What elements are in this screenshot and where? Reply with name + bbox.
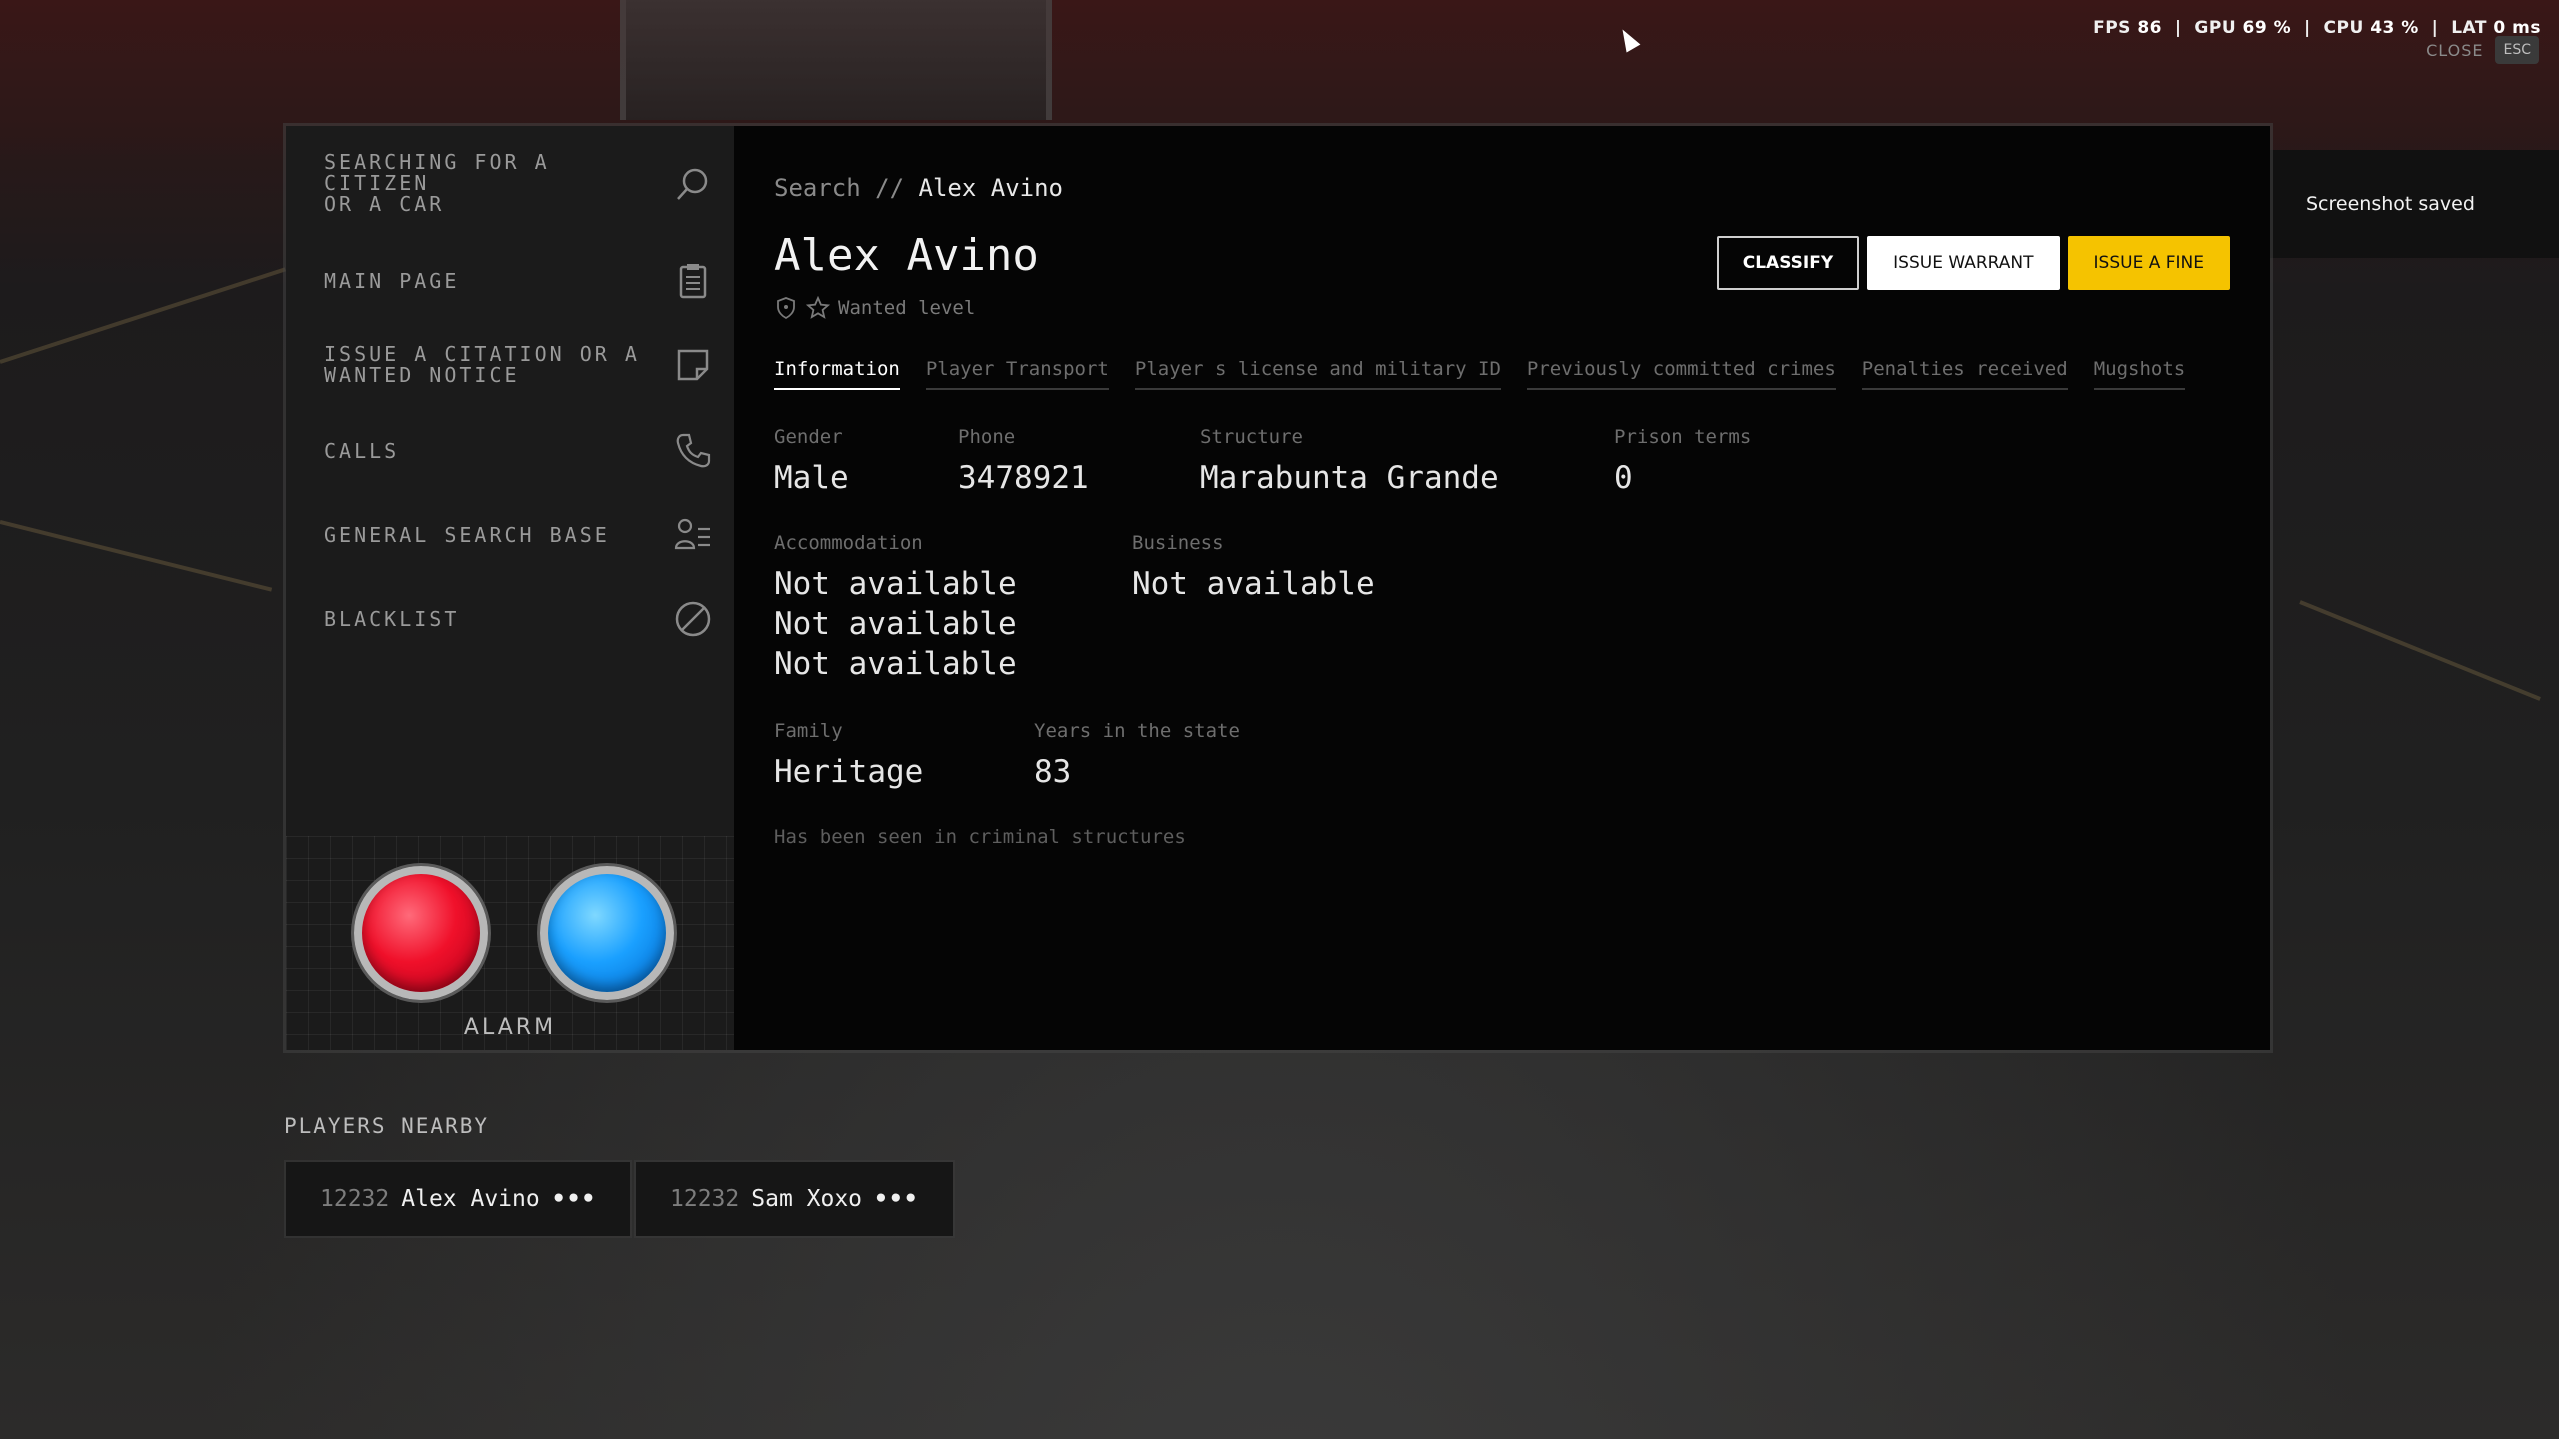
player-id: 12232 bbox=[320, 1186, 390, 1212]
phone-label: Phone bbox=[958, 426, 1016, 448]
tab-committed-crimes[interactable]: Previously committed crimes bbox=[1526, 358, 1836, 390]
issue-warrant-button[interactable]: ISSUE WARRANT bbox=[1867, 236, 2060, 290]
star-icon bbox=[806, 296, 830, 319]
player-card[interactable]: 12232 Sam Xoxo ••• bbox=[636, 1162, 953, 1236]
performance-overlay: FPS 86 | GPU 69 % | CPU 43 % | LAT 0 ms bbox=[2093, 18, 2541, 38]
toast-message: Screenshot saved bbox=[2306, 193, 2475, 215]
alarm-label: ALARM bbox=[463, 1015, 557, 1040]
sidebar-item-label: BLACKLIST bbox=[324, 606, 460, 631]
user-list-icon bbox=[672, 514, 714, 556]
gpu-value: 69 % bbox=[2242, 18, 2292, 38]
players-nearby-title: PLAYERS NEARBY bbox=[284, 1114, 490, 1138]
accommodation-value: Not available bbox=[774, 606, 1017, 642]
tab-penalties[interactable]: Penalties received bbox=[1861, 358, 2068, 390]
wanted-level-label: Wanted level bbox=[838, 297, 976, 319]
background-road-line bbox=[0, 520, 273, 592]
player-name: Alex Avino bbox=[401, 1186, 540, 1212]
business-field: Business Not available bbox=[1132, 532, 1375, 604]
search-icon bbox=[672, 163, 714, 205]
sidebar-item-label: MAIN PAGE bbox=[324, 268, 460, 293]
gender-label: Gender bbox=[774, 426, 843, 448]
citizen-name: Alex Avino bbox=[774, 230, 1039, 281]
sidebar-item-label: CALLS bbox=[324, 438, 400, 463]
structure-value: Marabunta Grande bbox=[1200, 460, 1499, 496]
cpu-value: 43 % bbox=[2370, 18, 2419, 38]
accommodation-label: Accommodation bbox=[774, 532, 923, 554]
player-card[interactable]: 12232 Alex Avino ••• bbox=[286, 1162, 631, 1236]
more-options-icon[interactable]: ••• bbox=[874, 1186, 919, 1212]
tab-information[interactable]: Information bbox=[774, 358, 900, 390]
breadcrumb: Search // Alex Avino bbox=[774, 174, 1063, 202]
cpu-label: CPU bbox=[2323, 18, 2364, 38]
gender-value: Male bbox=[774, 460, 849, 496]
family-field: Family Heritage bbox=[774, 720, 923, 792]
issue-fine-button[interactable]: ISSUE A FINE bbox=[2067, 236, 2230, 290]
tab-player-transport[interactable]: Player Transport bbox=[925, 358, 1109, 390]
sidebar-item-calls[interactable]: CALLS bbox=[324, 430, 714, 472]
gender-field: Gender Male bbox=[774, 426, 849, 498]
note-icon bbox=[672, 344, 714, 386]
prison-terms-value: 0 bbox=[1614, 460, 1633, 496]
accommodation-value: Not available bbox=[774, 566, 1017, 602]
accommodation-value: Not available bbox=[774, 646, 1017, 682]
player-id: 12232 bbox=[670, 1186, 740, 1212]
close-control[interactable]: CLOSE ESC bbox=[2426, 36, 2539, 64]
sidebar-item-label: SEARCHING FOR A CITIZEN OR A CAR bbox=[324, 150, 550, 216]
shield-icon bbox=[777, 297, 795, 320]
police-database-panel: SEARCHING FOR A CITIZEN OR A CAR MAIN PA… bbox=[286, 126, 2270, 1050]
breadcrumb-root[interactable]: Search bbox=[774, 174, 861, 202]
structure-field: Structure Marabunta Grande bbox=[1200, 426, 1499, 498]
profile-tabs: Information Player Transport Player s li… bbox=[774, 358, 2186, 390]
fps-label: FPS bbox=[2093, 18, 2131, 38]
years-in-state-label: Years in the state bbox=[1034, 720, 1240, 742]
sidebar-item-blacklist[interactable]: BLACKLIST bbox=[324, 598, 714, 640]
esc-key-badge[interactable]: ESC bbox=[2495, 36, 2539, 64]
close-label[interactable]: CLOSE bbox=[2426, 41, 2483, 60]
wanted-level: Wanted level bbox=[774, 296, 975, 320]
accommodation-field: Accommodation Not available Not availabl… bbox=[774, 532, 1017, 684]
citizen-profile: Search // Alex Avino Alex Avino Wanted l… bbox=[734, 126, 2270, 1050]
breadcrumb-separator: // bbox=[875, 174, 905, 202]
background-road-line bbox=[0, 267, 286, 364]
phone-icon bbox=[672, 430, 714, 472]
classify-button[interactable]: CLASSIFY bbox=[1716, 236, 1860, 290]
structure-label: Structure bbox=[1200, 426, 1303, 448]
business-value: Not available bbox=[1132, 566, 1375, 602]
phone-field: Phone 3478921 bbox=[958, 426, 1089, 498]
fps-value: 86 bbox=[2137, 18, 2163, 38]
alarm-red-button[interactable] bbox=[354, 866, 488, 1000]
years-in-state-value: 83 bbox=[1034, 754, 1072, 790]
business-label: Business bbox=[1132, 532, 1224, 554]
criminal-note: Has been seen in criminal structures bbox=[774, 826, 1186, 848]
sidebar-item-general-search[interactable]: GENERAL SEARCH BASE bbox=[324, 514, 714, 556]
background-road-line bbox=[2299, 600, 2541, 701]
breadcrumb-current: Alex Avino bbox=[918, 174, 1064, 202]
sidebar-item-citation[interactable]: ISSUE A CITATION OR A WANTED NOTICE bbox=[324, 344, 714, 386]
family-label: Family bbox=[774, 720, 843, 742]
ban-icon bbox=[672, 598, 714, 640]
clipboard-icon bbox=[672, 260, 714, 302]
player-name: Sam Xoxo bbox=[751, 1186, 863, 1212]
gpu-label: GPU bbox=[2194, 18, 2237, 38]
prison-terms-field: Prison terms 0 bbox=[1614, 426, 1751, 498]
sidebar-item-label: GENERAL SEARCH BASE bbox=[324, 522, 610, 547]
tab-mugshots[interactable]: Mugshots bbox=[2093, 358, 2186, 390]
more-options-icon[interactable]: ••• bbox=[552, 1186, 597, 1212]
family-value: Heritage bbox=[774, 754, 924, 790]
sidebar-item-search[interactable]: SEARCHING FOR A CITIZEN OR A CAR bbox=[324, 152, 714, 215]
phone-value: 3478921 bbox=[958, 460, 1089, 496]
prison-terms-label: Prison terms bbox=[1614, 426, 1752, 448]
background-door bbox=[620, 0, 1052, 120]
alarm-panel: ALARM bbox=[286, 836, 734, 1050]
alarm-blue-button[interactable] bbox=[540, 866, 674, 1000]
sidebar-item-label: ISSUE A CITATION OR A WANTED NOTICE bbox=[324, 342, 640, 387]
action-buttons: CLASSIFY ISSUE WARRANT ISSUE A FINE bbox=[1716, 236, 2230, 290]
years-in-state-field: Years in the state 83 bbox=[1034, 720, 1240, 792]
sidebar: SEARCHING FOR A CITIZEN OR A CAR MAIN PA… bbox=[286, 126, 734, 1050]
lat-label: LAT bbox=[2451, 18, 2487, 38]
sidebar-item-main-page[interactable]: MAIN PAGE bbox=[324, 260, 714, 302]
lat-value: 0 ms bbox=[2493, 18, 2541, 38]
tab-license-military-id[interactable]: Player s license and military ID bbox=[1134, 358, 1501, 390]
